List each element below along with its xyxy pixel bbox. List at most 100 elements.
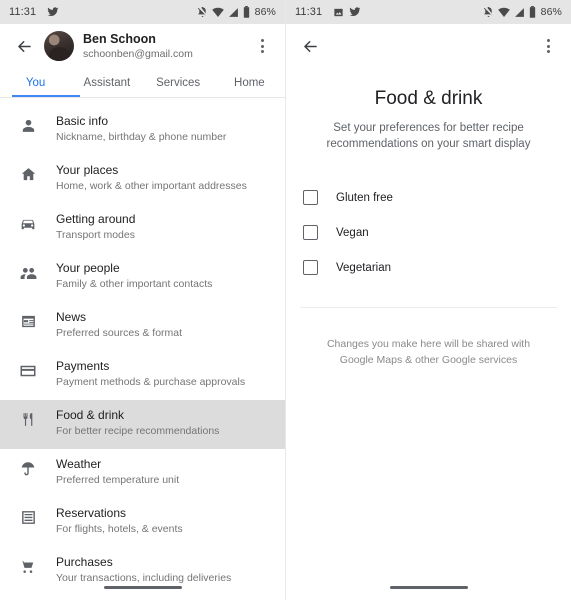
list-item-text: Purchases Your transactions, including d… bbox=[56, 555, 285, 585]
list-item-title: Your places bbox=[56, 163, 119, 177]
list-item-subtitle: Transport modes bbox=[56, 229, 135, 241]
home-gesture-bar[interactable] bbox=[0, 586, 285, 589]
news-icon bbox=[0, 310, 56, 330]
home-gesture-bar[interactable] bbox=[286, 586, 571, 589]
list-item-reservations[interactable]: Reservations For flights, hotels, & even… bbox=[0, 498, 285, 547]
left-status-bar: 11:31 86% bbox=[0, 0, 285, 24]
preferences-checkbox-group: Gluten free Vegan Vegetarian bbox=[300, 180, 557, 285]
left-status-bar-left: 11:31 bbox=[9, 6, 197, 18]
list-item-text: Payments Payment methods & purchase appr… bbox=[56, 359, 285, 389]
list-item-text: Food & drink For better recipe recommend… bbox=[56, 408, 285, 438]
twitter-icon bbox=[47, 6, 59, 18]
status-time: 11:31 bbox=[295, 6, 323, 18]
tab-bar: You Assistant Services Home bbox=[0, 68, 285, 98]
right-status-bar: 11:31 86% bbox=[286, 0, 571, 24]
back-arrow-icon[interactable] bbox=[10, 32, 38, 60]
checkbox-vegan[interactable] bbox=[303, 225, 318, 240]
more-options-icon[interactable] bbox=[535, 32, 561, 60]
reservations-icon bbox=[0, 506, 56, 526]
list-item-news[interactable]: News Preferred sources & format bbox=[0, 302, 285, 351]
checkbox-vegetarian[interactable] bbox=[303, 260, 318, 275]
list-item-your-places[interactable]: Your places Home, work & other important… bbox=[0, 155, 285, 204]
image-icon bbox=[333, 7, 344, 18]
list-item-title: Purchases bbox=[56, 555, 113, 569]
checkbox-row-vegan[interactable]: Vegan bbox=[300, 215, 557, 250]
tab-services[interactable]: Services bbox=[143, 68, 214, 97]
list-item-text: Reservations For flights, hotels, & even… bbox=[56, 506, 285, 536]
checkbox-row-gluten-free[interactable]: Gluten free bbox=[300, 180, 557, 215]
left-status-bar-right: 86% bbox=[197, 6, 276, 18]
list-item-title: Reservations bbox=[56, 506, 127, 520]
credit-card-icon bbox=[0, 359, 56, 380]
checkbox-gluten-free[interactable] bbox=[303, 190, 318, 205]
list-item-food-and-drink[interactable]: Food & drink For better recipe recommend… bbox=[0, 400, 285, 449]
list-item-title: Your people bbox=[56, 261, 120, 275]
list-item-payments[interactable]: Payments Payment methods & purchase appr… bbox=[0, 351, 285, 400]
list-item-subtitle: Preferred temperature unit bbox=[56, 474, 180, 486]
list-item-title: Getting around bbox=[56, 212, 136, 226]
list-item-title: Payments bbox=[56, 359, 110, 373]
restaurant-icon bbox=[0, 408, 56, 428]
page-subtitle: Set your preferences for better recipe r… bbox=[326, 122, 531, 150]
list-item-subtitle: Your transactions, including deliveries bbox=[56, 572, 232, 584]
right-status-bar-right: 86% bbox=[483, 6, 562, 18]
list-item-title: Weather bbox=[56, 457, 102, 471]
wifi-icon bbox=[497, 7, 510, 18]
wifi-icon bbox=[211, 7, 224, 18]
people-icon bbox=[0, 261, 56, 283]
home-icon bbox=[0, 163, 56, 183]
list-item-text: Basic info Nickname, birthday & phone nu… bbox=[56, 114, 285, 144]
checkbox-label: Vegetarian bbox=[336, 261, 391, 274]
active-tab-indicator bbox=[12, 94, 80, 97]
person-icon bbox=[0, 114, 56, 134]
account-name: Ben Schoon bbox=[83, 32, 156, 47]
page-title: Food & drink bbox=[374, 88, 483, 109]
list-item-title: Basic info bbox=[56, 114, 109, 128]
left-app-bar: Ben Schoon schoonben@gmail.com bbox=[0, 24, 285, 68]
more-options-icon[interactable] bbox=[249, 32, 275, 60]
right-app-bar bbox=[286, 24, 571, 68]
status-time: 11:31 bbox=[9, 6, 37, 18]
tab-you[interactable]: You bbox=[0, 68, 71, 97]
signal-icon bbox=[514, 7, 525, 18]
notifications-off-icon bbox=[483, 6, 494, 18]
checkbox-row-vegetarian[interactable]: Vegetarian bbox=[300, 250, 557, 285]
divider bbox=[300, 307, 557, 308]
food-and-drink-panel: Food & drink Set your preferences for be… bbox=[286, 88, 571, 368]
checkbox-label: Gluten free bbox=[336, 191, 393, 204]
notifications-off-icon bbox=[197, 6, 208, 18]
weather-icon bbox=[0, 457, 56, 478]
list-item-subtitle: For flights, hotels, & events bbox=[56, 523, 183, 535]
list-item-subtitle: Family & other important contacts bbox=[56, 278, 213, 290]
dual-screenshot-container: 11:31 86% Ben Schoon schoonben@gmail.com… bbox=[0, 0, 571, 600]
list-item-title: News bbox=[56, 310, 87, 324]
battery-icon bbox=[529, 6, 536, 18]
list-item-subtitle: Home, work & other important addresses bbox=[56, 180, 247, 192]
battery-percent: 86% bbox=[254, 6, 276, 18]
tab-assistant[interactable]: Assistant bbox=[71, 68, 142, 97]
list-item-text: News Preferred sources & format bbox=[56, 310, 285, 340]
account-email: schoonben@gmail.com bbox=[83, 47, 193, 60]
twitter-icon bbox=[349, 6, 361, 18]
back-arrow-icon[interactable] bbox=[296, 32, 324, 60]
list-item-getting-around[interactable]: Getting around Transport modes bbox=[0, 204, 285, 253]
list-item-your-people[interactable]: Your people Family & other important con… bbox=[0, 253, 285, 302]
list-item-weather[interactable]: Weather Preferred temperature unit bbox=[0, 449, 285, 498]
list-item-basic-info[interactable]: Basic info Nickname, birthday & phone nu… bbox=[0, 106, 285, 155]
list-item-subtitle: Payment methods & purchase approvals bbox=[56, 376, 246, 388]
signal-icon bbox=[228, 7, 239, 18]
list-item-text: Your people Family & other important con… bbox=[56, 261, 285, 291]
list-item-text: Your places Home, work & other important… bbox=[56, 163, 285, 193]
footnote-text: Changes you make here will be shared wit… bbox=[326, 338, 531, 366]
battery-icon bbox=[243, 6, 250, 18]
car-icon bbox=[0, 212, 56, 233]
list-item-text: Getting around Transport modes bbox=[56, 212, 285, 242]
right-status-bar-left: 11:31 bbox=[295, 6, 483, 18]
tab-home[interactable]: Home bbox=[214, 68, 285, 97]
avatar[interactable] bbox=[44, 31, 74, 61]
settings-list: Basic info Nickname, birthday & phone nu… bbox=[0, 98, 285, 596]
list-item-subtitle: Nickname, birthday & phone number bbox=[56, 131, 227, 143]
checkbox-label: Vegan bbox=[336, 226, 369, 239]
list-item-text: Weather Preferred temperature unit bbox=[56, 457, 285, 487]
battery-percent: 86% bbox=[540, 6, 562, 18]
